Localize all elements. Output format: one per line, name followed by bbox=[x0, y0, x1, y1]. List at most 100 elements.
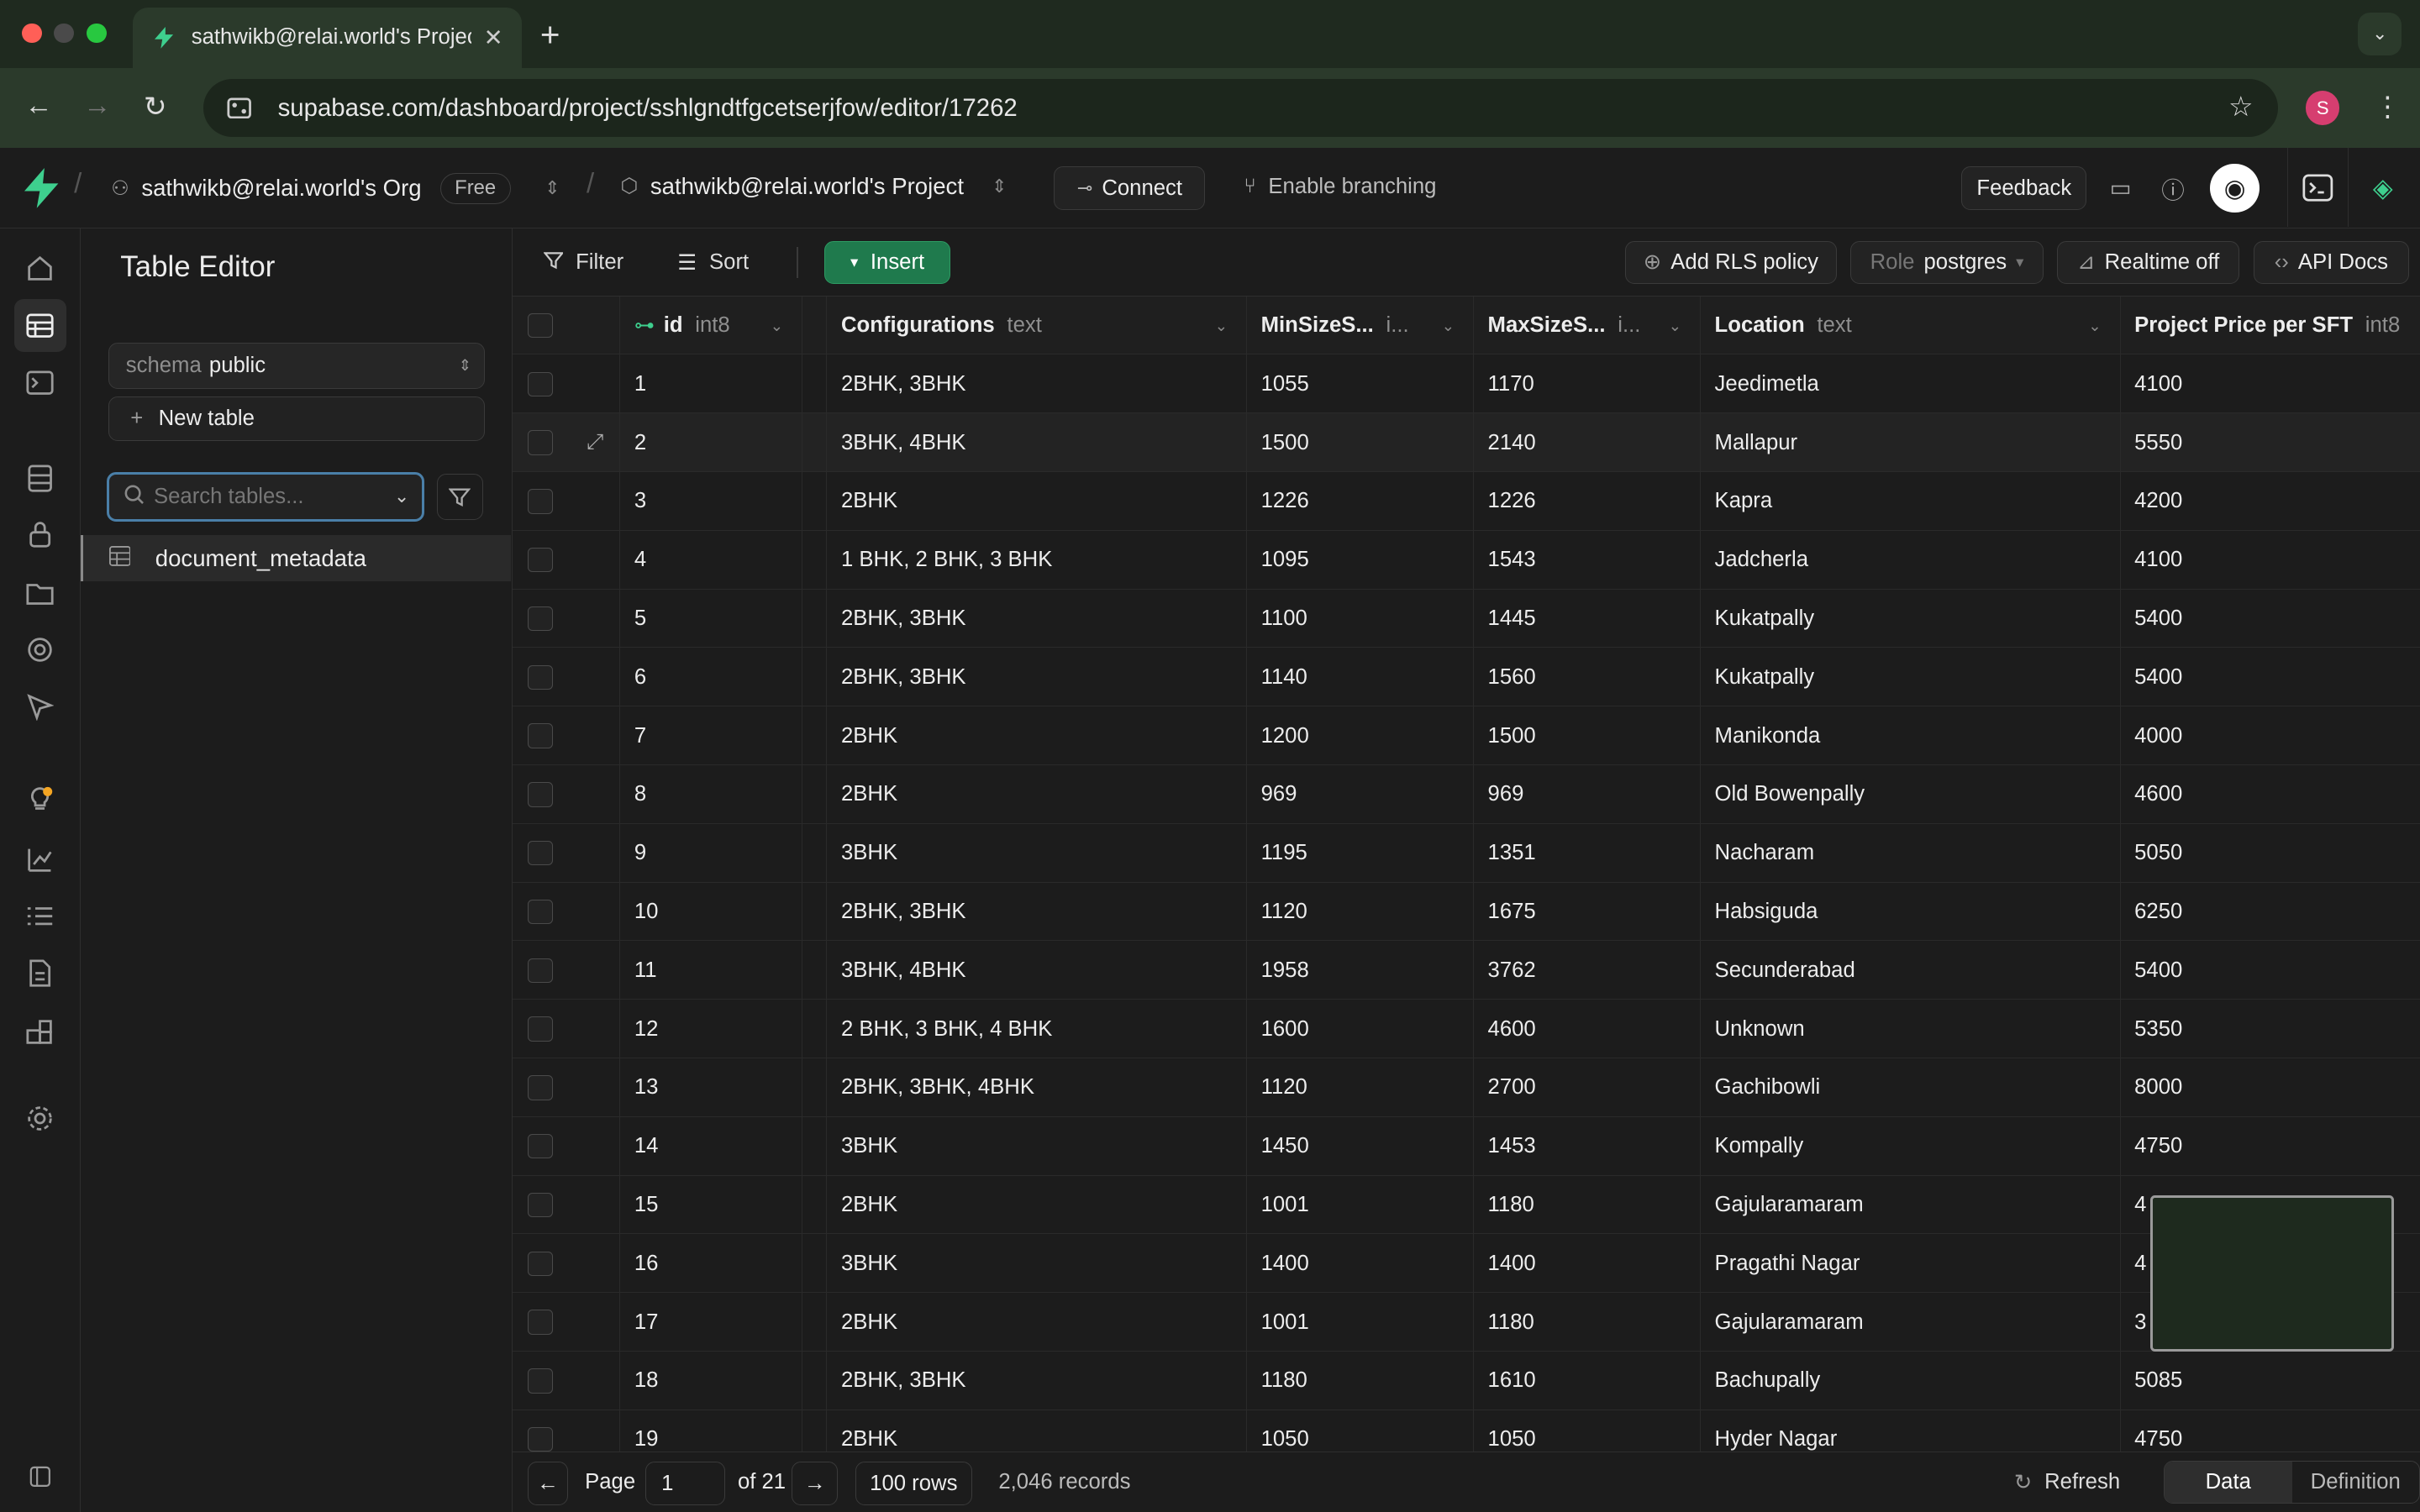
back-icon[interactable]: ← bbox=[24, 90, 52, 122]
filter-tables-button[interactable] bbox=[436, 473, 483, 520]
chevron-down-icon[interactable]: ⌄ bbox=[2088, 317, 2101, 335]
assistant-icon[interactable]: ◈ bbox=[2365, 170, 2402, 207]
cell-price[interactable]: 5050 bbox=[2121, 824, 2420, 883]
table-row[interactable]: 19 2BHK 1050 1050 Hyder Nagar 4750 bbox=[513, 1410, 2420, 1452]
site-info-icon[interactable] bbox=[222, 91, 255, 124]
prev-page-icon[interactable]: ← bbox=[528, 1462, 568, 1505]
table-row[interactable]: 16 3BHK 1400 1400 Pragathi Nagar 4 bbox=[512, 1234, 2420, 1294]
cell-location[interactable]: Old Bowenpally bbox=[1701, 764, 2121, 824]
cell-configurations[interactable]: 2BHK bbox=[827, 1410, 1248, 1452]
cell-minsize[interactable]: 1180 bbox=[1247, 1351, 1475, 1410]
org-switch-icon[interactable]: ⇕ bbox=[544, 177, 560, 199]
maximize-window-button[interactable] bbox=[86, 23, 107, 44]
chevrons-down-icon[interactable]: ⌄ bbox=[394, 486, 409, 507]
cell-id[interactable]: 7 bbox=[620, 706, 803, 765]
connect-button[interactable]: ⊸ Connect bbox=[1054, 166, 1206, 210]
cell-configurations[interactable]: 3BHK bbox=[827, 823, 1248, 883]
cell-location[interactable]: Hyder Nagar bbox=[1701, 1410, 2121, 1452]
cell-location[interactable]: Kapra bbox=[1701, 472, 2121, 531]
cell-configurations[interactable]: 3BHK, 4BHK bbox=[827, 941, 1248, 1000]
row-checkbox[interactable] bbox=[528, 899, 553, 925]
cell-price[interactable]: 4200 bbox=[2121, 472, 2420, 531]
row-checkbox[interactable] bbox=[528, 1016, 553, 1042]
forward-icon[interactable]: → bbox=[83, 90, 111, 122]
table-row[interactable]: 13 2BHK, 3BHK, 4BHK 1120 2700 Gachibowli 8000 bbox=[512, 1058, 2420, 1117]
table-row[interactable]: ⤢ 2 3BHK, 4BHK 1500 2140 Mallapur 5550 bbox=[512, 413, 2420, 472]
table-row[interactable]: 7 2BHK 1200 1500 Manikonda 4000 bbox=[512, 706, 2420, 765]
table-row[interactable]: 10 2BHK, 3BHK 1120 1675 Habsiguda 6250 bbox=[512, 882, 2420, 942]
chevron-down-icon[interactable]: ⌄ bbox=[1442, 317, 1455, 335]
row-checkbox[interactable] bbox=[528, 371, 553, 396]
cell-location[interactable]: Mallapur bbox=[1701, 413, 2121, 472]
next-page-icon[interactable]: → bbox=[792, 1462, 839, 1505]
row-checkbox[interactable] bbox=[528, 1251, 553, 1276]
row-checkbox[interactable] bbox=[528, 1075, 553, 1100]
cell-id[interactable]: 9 bbox=[620, 823, 803, 883]
realtime-icon[interactable] bbox=[22, 631, 59, 668]
rows-per-page-select[interactable]: 100 rows bbox=[855, 1462, 973, 1505]
cell-location[interactable]: Bachupally bbox=[1701, 1351, 2121, 1410]
cell-id[interactable]: 4 bbox=[620, 530, 803, 590]
cell-location[interactable]: Kompally bbox=[1701, 1116, 2121, 1176]
tab-definition[interactable]: Definition bbox=[2292, 1462, 2419, 1503]
reload-icon[interactable]: ↻ bbox=[144, 90, 167, 123]
url-field[interactable]: supabase.com/dashboard/project/sshlgndtf… bbox=[203, 78, 2278, 138]
cell-minsize[interactable]: 1450 bbox=[1247, 1116, 1475, 1176]
cell-configurations[interactable]: 1 BHK, 2 BHK, 3 BHK bbox=[827, 530, 1248, 590]
cell-location[interactable]: Nacharam bbox=[1701, 823, 2121, 883]
api-docs-button[interactable]: ‹› API Docs bbox=[2253, 240, 2410, 284]
cell-minsize[interactable]: 1050 bbox=[1247, 1410, 1475, 1452]
cell-minsize[interactable]: 1095 bbox=[1247, 530, 1475, 590]
cell-id[interactable]: 8 bbox=[620, 764, 803, 824]
cell-id[interactable]: 6 bbox=[620, 648, 803, 707]
cell-minsize[interactable]: 1120 bbox=[1247, 1058, 1475, 1117]
profile-avatar[interactable]: S bbox=[2306, 91, 2340, 125]
cell-maxsize[interactable]: 1180 bbox=[1474, 1175, 1702, 1235]
cell-id[interactable]: 17 bbox=[620, 1293, 803, 1352]
cell-minsize[interactable]: 1120 bbox=[1247, 882, 1475, 942]
expand-row-icon[interactable]: ⤢ bbox=[587, 430, 604, 455]
cell-price[interactable]: 4000 bbox=[2121, 706, 2420, 765]
column-header-id[interactable]: ⊶ id int8 ⌄ bbox=[620, 296, 803, 355]
sql-editor-icon[interactable] bbox=[22, 364, 59, 401]
cell-id[interactable]: 10 bbox=[620, 882, 803, 942]
table-row[interactable]: 6 2BHK, 3BHK 1140 1560 Kukatpally 5400 bbox=[512, 648, 2420, 707]
cell-minsize[interactable]: 969 bbox=[1247, 764, 1475, 824]
cell-location[interactable]: Gajularamaram bbox=[1701, 1293, 2121, 1352]
reports-chart-icon[interactable] bbox=[22, 841, 59, 878]
cell-configurations[interactable]: 2BHK bbox=[827, 1175, 1248, 1235]
row-checkbox[interactable] bbox=[528, 1192, 553, 1218]
cell-configurations[interactable]: 2BHK bbox=[827, 764, 1248, 824]
row-checkbox[interactable] bbox=[528, 1368, 553, 1394]
storage-folder-icon[interactable] bbox=[22, 574, 59, 611]
row-checkbox[interactable] bbox=[528, 606, 553, 632]
cell-id[interactable]: 15 bbox=[620, 1175, 803, 1235]
column-header-maxsize[interactable]: MaxSizeS... i... ⌄ bbox=[1474, 296, 1702, 355]
sidebar-table-item[interactable]: document_metadata bbox=[80, 535, 511, 582]
cell-price[interactable]: 4100 bbox=[2121, 354, 2420, 413]
filter-button[interactable]: Filter bbox=[542, 250, 623, 276]
column-header-price[interactable]: Project Price per SFT int8 bbox=[2121, 297, 2420, 355]
cell-location[interactable]: Manikonda bbox=[1701, 706, 2121, 765]
cell-id[interactable]: 12 bbox=[620, 1000, 803, 1058]
cell-id[interactable]: 19 bbox=[620, 1410, 803, 1452]
table-row[interactable]: 18 2BHK, 3BHK 1180 1610 Bachupally 5085 bbox=[512, 1351, 2420, 1410]
cell-location[interactable]: Unknown bbox=[1701, 1000, 2121, 1058]
cell-configurations[interactable]: 3BHK, 4BHK bbox=[827, 413, 1248, 472]
row-checkbox[interactable] bbox=[528, 1133, 553, 1159]
cell-maxsize[interactable]: 3762 bbox=[1474, 941, 1702, 1000]
cell-minsize[interactable]: 1200 bbox=[1247, 706, 1475, 765]
insert-button[interactable]: ▾ Insert bbox=[823, 240, 951, 284]
cell-price[interactable]: 5400 bbox=[2121, 941, 2420, 1000]
cell-maxsize[interactable]: 1500 bbox=[1474, 706, 1702, 765]
terminal-icon[interactable] bbox=[2286, 148, 2349, 227]
cell-configurations[interactable]: 3BHK bbox=[827, 1116, 1248, 1176]
table-row[interactable]: 5 2BHK, 3BHK 1100 1445 Kukatpally 5400 bbox=[512, 589, 2420, 648]
cell-minsize[interactable]: 1500 bbox=[1247, 413, 1475, 472]
row-checkbox[interactable] bbox=[528, 840, 553, 866]
cell-location[interactable]: Pragathi Nagar bbox=[1701, 1234, 2121, 1294]
column-header-configurations[interactable]: Configurations text ⌄ bbox=[827, 296, 1248, 355]
cell-maxsize[interactable]: 1675 bbox=[1474, 882, 1702, 942]
browser-tab[interactable]: sathwikb@relai.world's Project ✕ bbox=[132, 8, 522, 68]
cell-configurations[interactable]: 2BHK bbox=[827, 472, 1248, 531]
